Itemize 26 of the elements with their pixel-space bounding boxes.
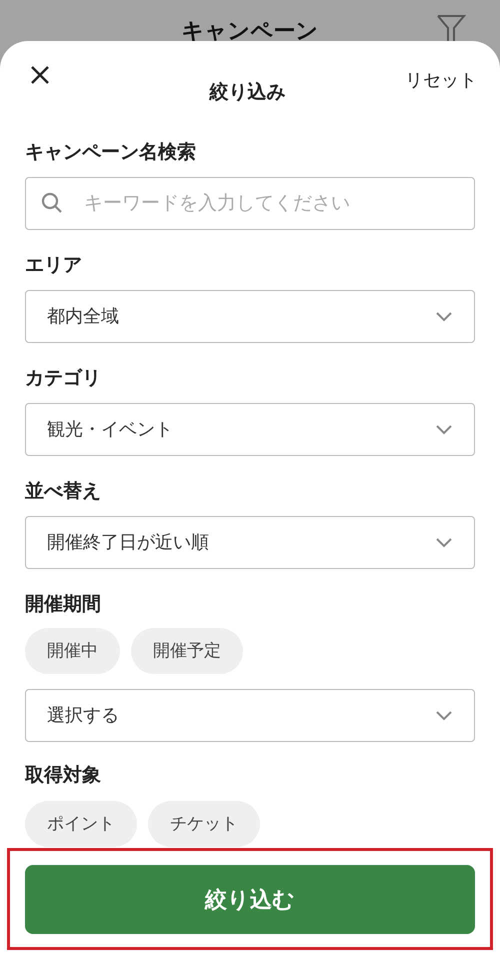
sheet-title: 絞り込み [210,80,286,105]
chevron-down-icon [436,312,452,322]
dropdown-select[interactable]: 観光・イベント [25,403,475,456]
dropdown-select[interactable]: 開催終了日が近い順 [25,516,475,569]
section-label: エリア [25,256,83,275]
dropdown-select[interactable]: 選択する [25,689,475,742]
reset-button[interactable]: リセット [405,67,477,94]
filter-chip[interactable]: 開催中 [25,628,120,674]
search-icon [41,192,63,214]
section-label: カテゴリ [25,369,102,388]
section-label: 取得対象 [25,766,102,785]
filter-chip[interactable]: 開催予定 [131,628,243,674]
dropdown-select[interactable]: 都内全域 [25,290,475,343]
section-label: キャンペーン名検索 [25,143,197,162]
section-label: 開催期間 [25,595,102,614]
chevron-down-icon [436,538,452,548]
close-icon[interactable] [30,65,50,85]
page-title: キャンペーン [182,17,318,41]
chevron-down-icon [436,710,452,720]
filter-chip[interactable]: チケット [148,801,260,847]
filter-chip[interactable]: ポイント [25,801,137,847]
submit-button[interactable]: 絞り込む [25,865,475,934]
search-field[interactable]: キーワードを入力してください [25,177,475,230]
filter-icon[interactable] [436,14,466,41]
section-label: 並べ替え [25,482,102,501]
chevron-down-icon [436,424,452,434]
